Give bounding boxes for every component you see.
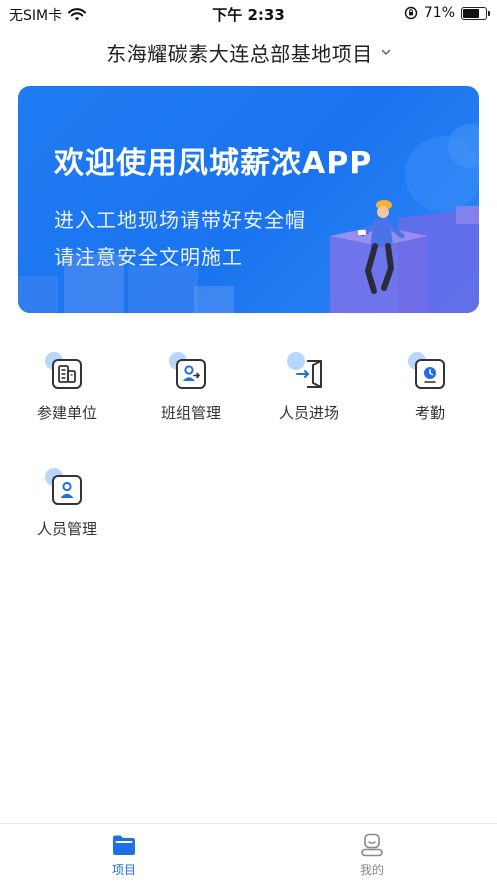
folder-icon — [113, 835, 135, 855]
menu-item-personnel-entry[interactable]: 人员进场 — [247, 340, 371, 440]
attendance-clock-icon — [408, 352, 450, 394]
construction-worker-illustration — [18, 124, 479, 313]
menu-label: 人员管理 — [36, 520, 97, 538]
banner-safety-text: 请注意安全文明施工 — [54, 245, 243, 269]
battery-percent: 71% — [423, 5, 455, 21]
orientation-lock-icon — [404, 6, 418, 20]
welcome-banner[interactable]: 欢迎使用凤城薪浓APP 进入工地现场请带好安全帽 请注意安全文明施工 — [18, 86, 479, 313]
project-selector[interactable]: 东海耀碳素大连总部基地项目 — [0, 34, 497, 70]
menu-item-personnel-management[interactable]: 人员管理 — [5, 456, 129, 556]
status-bar: 无SIM卡 下午 2:33 71% — [0, 0, 497, 28]
menu-label: 班组管理 — [160, 404, 221, 422]
tab-label: 项目 — [111, 863, 136, 877]
status-right: 71% — [404, 5, 490, 21]
team-management-icon — [169, 352, 211, 394]
project-title: 东海耀碳素大连总部基地项目 — [106, 41, 373, 66]
personnel-entry-icon — [287, 352, 329, 394]
tab-mine[interactable]: 我的 — [332, 832, 412, 878]
tab-project[interactable]: 项目 — [84, 832, 164, 878]
menu-label: 人员进场 — [278, 404, 339, 422]
bottom-tab-bar: 项目 我的 — [0, 823, 497, 883]
battery-icon — [461, 6, 490, 20]
building-units-icon — [45, 352, 87, 394]
menu-label: 参建单位 — [36, 404, 97, 422]
menu-item-team-management[interactable]: 班组管理 — [129, 340, 253, 440]
menu-label: 考勤 — [414, 404, 445, 422]
battery-fill — [463, 8, 479, 18]
banner-title: 欢迎使用凤城薪浓APP — [54, 146, 373, 181]
chevron-down-icon — [381, 49, 390, 55]
banner-safety-helmet-text: 进入工地现场请带好安全帽 — [54, 208, 306, 232]
personnel-management-icon — [45, 468, 87, 510]
menu-item-attendance[interactable]: 考勤 — [368, 340, 492, 440]
menu-item-construction-units[interactable]: 参建单位 — [5, 340, 129, 440]
profile-icon — [361, 833, 383, 857]
tab-label: 我的 — [359, 863, 384, 877]
